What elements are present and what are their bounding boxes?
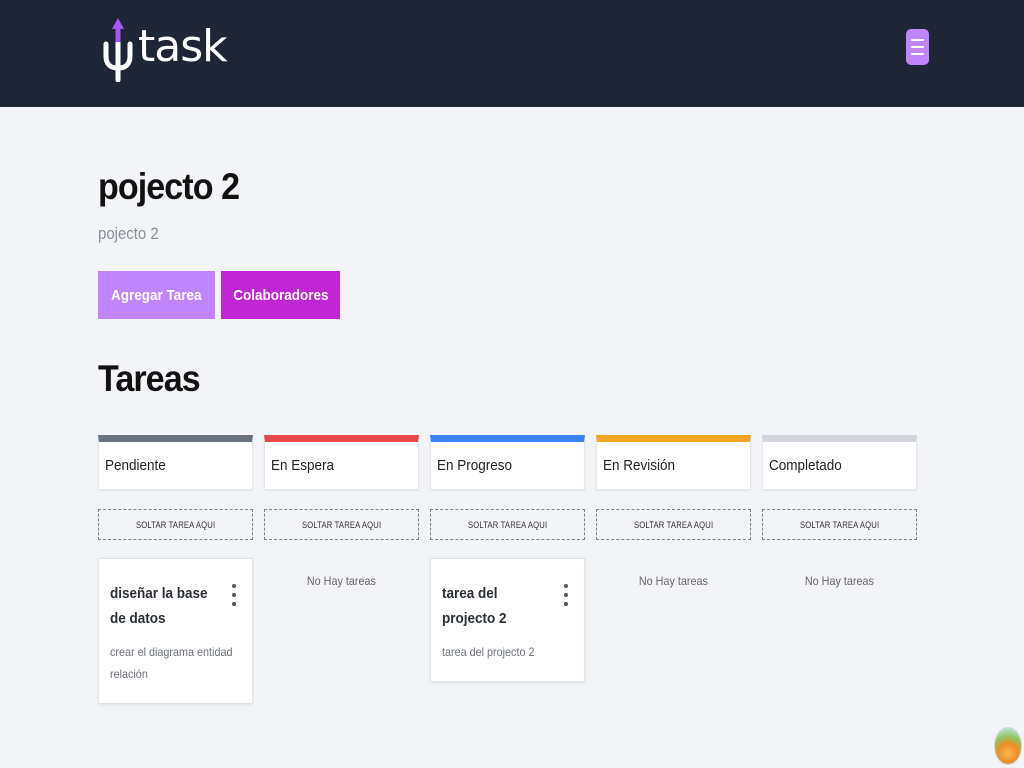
drop-zone[interactable]: SOLTAR TAREA AQUI [98,509,253,540]
project-actions: Agregar Tarea Colaboradores [98,271,340,319]
drop-zone[interactable]: SOLTAR TAREA AQUI [430,509,585,540]
task-title: diseñar la base de datos [110,585,208,627]
column-en-revision: En Revisión SOLTAR TAREA AQUI No Hay tar… [596,435,751,704]
more-options-icon[interactable] [563,584,569,606]
drop-zone[interactable]: SOLTAR TAREA AQUI [264,509,419,540]
project-title: pojecto 2 [98,166,240,207]
more-options-icon[interactable] [231,584,237,606]
logo-arrow-icon [100,16,140,83]
drop-zone[interactable]: SOLTAR TAREA AQUI [596,509,751,540]
add-task-button[interactable]: Agregar Tarea [98,271,215,319]
column-en-progreso: En Progreso SOLTAR TAREA AQUI tarea del … [430,435,585,704]
top-navbar: task [0,0,1024,107]
empty-column-message: No Hay tareas [804,574,875,588]
project-description: pojecto 2 [98,224,159,243]
column-pendiente: Pendiente SOLTAR TAREA AQUI diseñar la b… [98,435,253,704]
empty-column-message: No Hay tareas [306,574,377,588]
column-header: En Revisión [596,435,751,490]
tasks-section-title: Tareas [98,358,201,399]
uptask-logo[interactable]: task [100,16,228,83]
menu-toggle-button[interactable] [906,29,929,65]
kanban-board: Pendiente SOLTAR TAREA AQUI diseñar la b… [98,435,917,704]
task-card[interactable]: diseñar la base de datos crear el diagra… [98,558,253,704]
task-title: tarea del projecto 2 [442,585,507,627]
task-card[interactable]: tarea del projecto 2 tarea del projecto … [430,558,585,682]
task-description: crear el diagrama entidad relación [110,645,233,681]
collaborators-button[interactable]: Colaboradores [221,271,340,319]
corner-widget-icon[interactable] [994,727,1022,765]
empty-column-message: No Hay tareas [638,574,709,588]
drop-zone[interactable]: SOLTAR TAREA AQUI [762,509,917,540]
column-header: En Espera [264,435,419,490]
project-content: pojecto 2 pojecto 2 Agregar Tarea Colabo… [98,160,918,399]
column-header: Pendiente [98,435,253,490]
column-completado: Completado SOLTAR TAREA AQUI No Hay tare… [762,435,917,704]
logo-text: task [138,20,228,72]
column-header: En Progreso [430,435,585,490]
task-description: tarea del projecto 2 [442,645,535,659]
column-en-espera: En Espera SOLTAR TAREA AQUI No Hay tarea… [264,435,419,704]
hamburger-icon [911,39,924,41]
column-header: Completado [762,435,917,490]
